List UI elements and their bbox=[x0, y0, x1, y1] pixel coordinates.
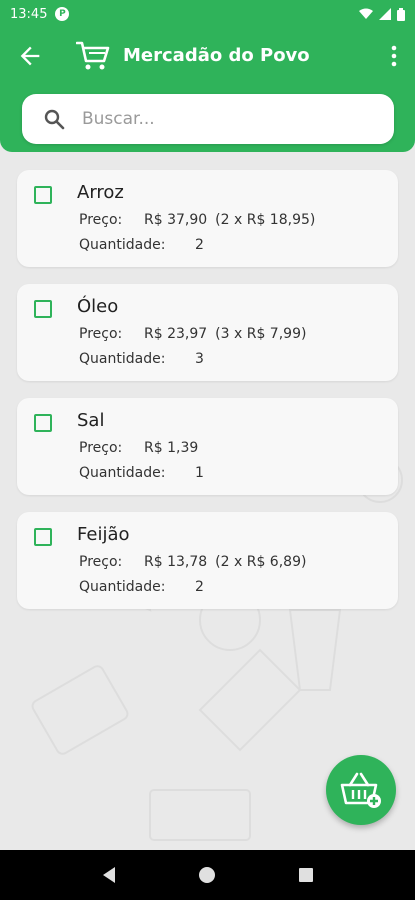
item-name: Óleo bbox=[77, 296, 119, 317]
item-name: Sal bbox=[77, 410, 105, 431]
item-checkbox[interactable] bbox=[34, 528, 52, 546]
item-checkbox[interactable] bbox=[34, 186, 52, 204]
price-value: R$ 1,39 bbox=[144, 440, 199, 456]
quantity-value: 3 bbox=[195, 351, 204, 367]
shopping-cart-icon bbox=[76, 41, 110, 70]
price-label: Preço: bbox=[79, 440, 123, 456]
quantity-label: Quantidade: bbox=[79, 237, 166, 253]
page-title: Mercadão do Povo bbox=[123, 45, 310, 66]
status-icons bbox=[359, 7, 405, 21]
more-vert-icon[interactable] bbox=[389, 44, 399, 68]
status-time: 13:45 bbox=[10, 6, 48, 22]
quantity-label: Quantidade: bbox=[79, 465, 166, 481]
list-item[interactable]: Arroz Preço: R$ 37,90 (2 x R$ 18,95) Quant… bbox=[17, 170, 398, 267]
price-detail: (2 x R$ 18,95) bbox=[215, 212, 316, 228]
price-value: R$ 13,78 bbox=[144, 554, 208, 570]
price-row: Preço: R$ 37,90 (2 x R$ 18,95) bbox=[79, 212, 315, 228]
quantity-label: Quantidade: bbox=[79, 351, 166, 367]
price-label: Preço: bbox=[79, 212, 123, 228]
status-bar: 13:45 P bbox=[0, 0, 415, 28]
search-input[interactable] bbox=[82, 109, 362, 129]
add-to-basket-icon bbox=[340, 772, 381, 808]
nav-recents-icon[interactable] bbox=[298, 867, 314, 883]
item-checkbox[interactable] bbox=[34, 300, 52, 318]
battery-icon bbox=[397, 7, 405, 21]
list-item[interactable]: Sal Preço: R$ 1,39 Quantidade: 1 bbox=[17, 398, 398, 495]
item-name: Arroz bbox=[77, 182, 124, 203]
signal-icon bbox=[379, 8, 391, 20]
quantity-row: Quantidade: 2 bbox=[79, 579, 204, 595]
quantity-row: Quantidade: 3 bbox=[79, 351, 204, 367]
nav-back-icon[interactable] bbox=[101, 866, 117, 884]
arrow-back-icon[interactable] bbox=[16, 42, 44, 70]
quantity-row: Quantidade: 1 bbox=[79, 465, 204, 481]
quantity-row: Quantidade: 2 bbox=[79, 237, 204, 253]
price-row: Preço: R$ 13,78 (2 x R$ 6,89) bbox=[79, 554, 306, 570]
search-icon bbox=[44, 109, 65, 130]
quantity-value: 1 bbox=[195, 465, 204, 481]
wifi-icon bbox=[359, 8, 373, 19]
search-bar[interactable] bbox=[22, 94, 394, 144]
price-detail: (2 x R$ 6,89) bbox=[215, 554, 307, 570]
system-nav-bar bbox=[0, 850, 415, 900]
add-to-basket-button[interactable] bbox=[326, 755, 396, 825]
quantity-value: 2 bbox=[195, 579, 204, 595]
item-name: Feijão bbox=[77, 524, 130, 545]
price-value: R$ 37,90 bbox=[144, 212, 208, 228]
price-row: Preço: R$ 23,97 (3 x R$ 7,99) bbox=[79, 326, 306, 342]
list-item[interactable]: Óleo Preço: R$ 23,97 (3 x R$ 7,99) Quantid… bbox=[17, 284, 398, 381]
price-value: R$ 23,97 bbox=[144, 326, 208, 342]
item-list: Arroz Preço: R$ 37,90 (2 x R$ 18,95) Quant… bbox=[17, 170, 398, 626]
price-label: Preço: bbox=[79, 326, 123, 342]
quantity-value: 2 bbox=[195, 237, 204, 253]
price-row: Preço: R$ 1,39 bbox=[79, 440, 206, 456]
item-checkbox[interactable] bbox=[34, 414, 52, 432]
list-item[interactable]: Feijão Preço: R$ 13,78 (2 x R$ 6,89) Quant… bbox=[17, 512, 398, 609]
quantity-label: Quantidade: bbox=[79, 579, 166, 595]
app-notification-icon: P bbox=[55, 7, 70, 21]
price-label: Preço: bbox=[79, 554, 123, 570]
nav-home-icon[interactable] bbox=[198, 866, 216, 884]
price-detail: (3 x R$ 7,99) bbox=[215, 326, 307, 342]
